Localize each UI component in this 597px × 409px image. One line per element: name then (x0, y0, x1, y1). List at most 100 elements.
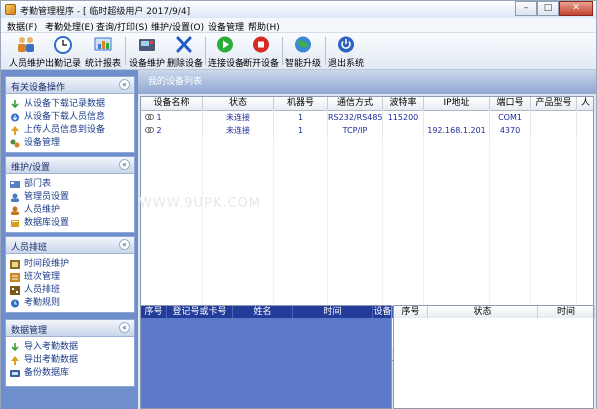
column-header-status[interactable]: 状态 (203, 97, 274, 110)
column-header-baud-rate[interactable]: 波特率 (383, 97, 424, 110)
column-header-comm-mode[interactable]: 通信方式 (328, 97, 383, 110)
sidebar-item-shift[interactable]: 班次管理 (6, 271, 134, 284)
export-icon (11, 356, 19, 365)
toolbar-user-maintain-button[interactable]: 人员维护 (9, 35, 45, 69)
column-header-time[interactable]: 时间 (293, 306, 373, 318)
column-header-device-name[interactable]: 设备名称 (141, 97, 203, 110)
device-icon (139, 39, 155, 51)
sidebar-item-download-records[interactable]: 从设备下载记录数据 (6, 98, 134, 111)
ip-address-cell (424, 111, 490, 124)
toolbar-connect-device-button[interactable]: 连接设备 (208, 35, 244, 69)
users-icon (18, 37, 34, 52)
menu-data[interactable]: 数据(F) (7, 20, 37, 33)
toolbar-device-maintain-button[interactable]: 设备维护 (129, 35, 165, 69)
machine-no-cell: 1 (274, 124, 328, 137)
sidebar-item-user-maintain[interactable]: 人员维护 (6, 204, 134, 217)
toolbar-separator (282, 37, 283, 65)
column-header-name[interactable]: 姓名 (233, 306, 293, 318)
sidebar-item-upload-users[interactable]: 上传人员信息到设备 (6, 124, 134, 137)
sidebar-item-import[interactable]: 导入考勤数据 (6, 341, 134, 354)
menu-attendance[interactable]: 考勤处理(E) (45, 20, 94, 33)
backup-icon (10, 370, 20, 377)
menu-help[interactable]: 帮助(H) (248, 20, 280, 33)
toolbar-attendance-record-button[interactable]: 出勤记录 (45, 35, 81, 69)
main-content: 我的设备列表 设备名称 状态 机器号 通信方式 波特率 IP地址 端口号 产品型… (138, 70, 596, 409)
sidebar-item-timeslot[interactable]: 时间段维护 (6, 258, 134, 271)
user-maintain-icon (11, 206, 19, 215)
report-icon (94, 37, 112, 51)
baud-rate-cell (383, 124, 424, 137)
sidebar-item-rules[interactable]: 考勤规则 (6, 297, 134, 310)
window-title: 考勤管理程序 - [ 临时超级用户 2017/9/4] (20, 7, 191, 17)
sidebar-group-header[interactable]: 有关设备操作 « (6, 77, 134, 94)
ip-address-cell: 192.168.1.201 (424, 124, 490, 137)
timeslot-icon (10, 260, 20, 269)
sidebar-item-admin[interactable]: 管理员设置 (6, 191, 134, 204)
sidebar-group-header[interactable]: 维护/设置 « (6, 157, 134, 174)
menu-bar: 数据(F) 考勤处理(E) 查询/打印(S) 维护/设置(O) 设备管理 帮助(… (1, 18, 596, 33)
maximize-button[interactable]: □ (537, 1, 559, 16)
column-header-index[interactable]: 序号 (141, 306, 167, 318)
device-list-tab[interactable]: 我的设备列表 (138, 70, 596, 94)
column-header-device[interactable]: 设备 (373, 306, 393, 318)
import-icon (11, 343, 19, 352)
watermark-text: WWW.9UPK.COM (139, 196, 262, 211)
column-header-time[interactable]: 时间 (538, 306, 595, 318)
toolbar-smart-upgrade-button[interactable]: 智能升级 (285, 35, 321, 69)
toolbar: 人员维护 出勤记录 统计报表 设备维护 删除设备 连接设备 断开设备 智能升级 … (1, 33, 596, 70)
status-log-pane: 序号 状态 时间 (393, 305, 595, 409)
sidebar-group-header[interactable]: 数据管理 « (6, 320, 134, 337)
collapse-chevron-icon[interactable]: « (119, 239, 130, 250)
column-header-ip-address[interactable]: IP地址 (424, 97, 490, 110)
device-name-cell: 2 (141, 124, 203, 137)
menu-maintenance[interactable]: 维护/设置(O) (151, 20, 204, 33)
sidebar-item-database[interactable]: 数据库设置 (6, 217, 134, 230)
sidebar-item-backup[interactable]: 备份数据库 (6, 367, 134, 380)
status-log-body (394, 318, 593, 408)
collapse-chevron-icon[interactable]: « (119, 79, 130, 90)
column-header-machine-no[interactable]: 机器号 (274, 97, 328, 110)
sidebar-item-export[interactable]: 导出考勤数据 (6, 354, 134, 367)
sidebar-item-schedule[interactable]: 人员排班 (6, 284, 134, 297)
sidebar: 有关设备操作 « 从设备下载记录数据 从设备下载人员信息 上传人员信息到设备 设… (1, 70, 138, 409)
toolbar-disconnect-device-button[interactable]: 断开设备 (243, 35, 279, 69)
app-window: 考勤管理程序 - [ 临时超级用户 2017/9/4] – □ ✕ 数据(F) … (0, 0, 597, 409)
close-button[interactable]: ✕ (559, 1, 593, 16)
machine-no-cell: 1 (274, 111, 328, 124)
toolbar-delete-device-button[interactable]: 删除设备 (167, 35, 203, 69)
column-header-port[interactable]: 端口号 (490, 97, 531, 110)
table-row[interactable]: 1 未连接 1 RS232/RS485 115200 COM1 (141, 111, 593, 124)
sidebar-group-settings: 维护/设置 « 部门表 管理员设置 人员维护 数据库设置 (5, 156, 135, 233)
admin-icon (11, 193, 19, 202)
sidebar-group-header[interactable]: 人员排班 « (6, 237, 134, 254)
schedule-icon (10, 286, 20, 295)
sidebar-item-device-manage[interactable]: 设备管理 (6, 137, 134, 150)
port-cell: 4370 (490, 124, 531, 137)
device-link-icon (145, 114, 154, 120)
column-header-card-no[interactable]: 登记号或卡号 (167, 306, 233, 318)
sidebar-item-download-users[interactable]: 从设备下载人员信息 (6, 111, 134, 124)
toolbar-report-button[interactable]: 统计报表 (85, 35, 121, 69)
minimize-button[interactable]: – (515, 1, 537, 16)
device-manage-icon (10, 139, 20, 148)
records-pane: 序号 登记号或卡号 姓名 时间 设备 (140, 305, 393, 409)
column-header-status[interactable]: 状态 (428, 306, 538, 318)
database-icon (11, 220, 19, 227)
department-icon (10, 181, 20, 188)
column-header-model[interactable]: 产品型号 (531, 97, 577, 110)
collapse-chevron-icon[interactable]: « (119, 159, 130, 170)
model-cell (531, 111, 577, 124)
title-bar: 考勤管理程序 - [ 临时超级用户 2017/9/4] – □ ✕ (1, 1, 596, 19)
power-icon (338, 36, 354, 53)
grid-header-row: 设备名称 状态 机器号 通信方式 波特率 IP地址 端口号 产品型号 人 (141, 97, 593, 111)
globe-icon (295, 36, 311, 53)
column-header-extra[interactable]: 人 (577, 97, 593, 110)
table-row[interactable]: 2 未连接 1 TCP/IP 192.168.1.201 4370 (141, 124, 593, 137)
menu-query-print[interactable]: 查询/打印(S) (96, 20, 148, 33)
column-header-index[interactable]: 序号 (394, 306, 428, 318)
collapse-chevron-icon[interactable]: « (119, 322, 130, 333)
status-cell: 未连接 (203, 111, 274, 124)
toolbar-exit-button[interactable]: 退出系统 (328, 35, 364, 69)
menu-device[interactable]: 设备管理 (208, 20, 244, 33)
sidebar-item-department[interactable]: 部门表 (6, 178, 134, 191)
